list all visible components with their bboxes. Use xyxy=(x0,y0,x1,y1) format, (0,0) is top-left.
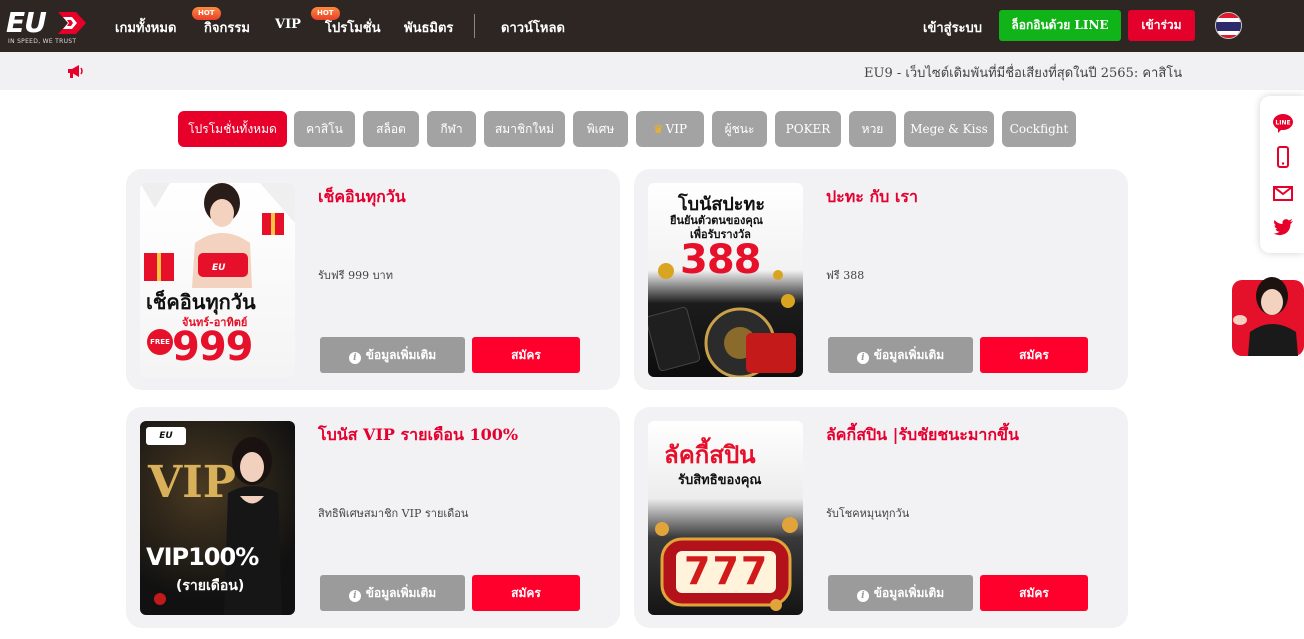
promo-description: รับฟรี 999 บาท xyxy=(318,269,393,282)
twitter-icon[interactable] xyxy=(1272,216,1294,238)
promo-poster-lucky-spin: ลัคกี้สปิน รับสิทธิของคุณ 777 xyxy=(648,421,803,615)
info-icon: i xyxy=(348,352,361,364)
filter-all-promotions[interactable]: โปรโมชั่นทั้งหมด xyxy=(178,111,287,147)
nav-divider xyxy=(474,14,475,38)
support-avatar[interactable] xyxy=(1226,270,1304,356)
filter-new-members[interactable]: สมาชิกใหม่ xyxy=(484,111,565,147)
logo-play-mark-icon xyxy=(58,12,86,34)
apply-button[interactable]: สมัคร xyxy=(980,575,1088,611)
more-info-button[interactable]: i ข้อมูลเพิ่มเติม xyxy=(828,337,973,373)
more-info-button[interactable]: i ข้อมูลเพิ่มเติม xyxy=(828,575,973,611)
announcement-text: EU9 - เว็บไซต์เดิมพันที่มีชื่อเสียงที่สุ… xyxy=(864,66,1183,81)
nav-promotions[interactable]: โปรโมชั่น xyxy=(325,17,380,38)
line-icon-shape: LINE xyxy=(1273,114,1293,133)
poster-brand: EU xyxy=(212,263,226,273)
filter-winners[interactable]: ผู้ชนะ xyxy=(712,111,767,147)
eu9-logo[interactable]: EU IN SPEED, WE TRUST xyxy=(6,6,96,46)
line-icon[interactable]: LINE xyxy=(1272,112,1294,134)
promo-title: เช็คอินทุกวัน xyxy=(318,187,406,206)
announcement-bar: EU9 - เว็บไซต์เดิมพันที่มีชื่อเสียงที่สุ… xyxy=(0,52,1304,90)
filter-vip[interactable]: ♛ VIP xyxy=(636,111,704,147)
filter-slots[interactable]: สล็อต xyxy=(363,111,419,147)
info-icon: i xyxy=(348,590,361,602)
filter-special[interactable]: พิเศษ xyxy=(573,111,628,147)
apply-button[interactable]: สมัคร xyxy=(472,575,580,611)
line-icon-text: LINE xyxy=(1275,120,1290,127)
promo-card-vip: EU VIP VIP100% (รายเดือน) โบนัส VIP รายเ… xyxy=(126,407,620,628)
nav-vip[interactable]: VIP xyxy=(275,17,301,32)
login-link[interactable]: เข้าสู่ระบบ xyxy=(923,17,982,38)
flag-stripes xyxy=(1216,13,1241,38)
promo-card-checkin: EU เช็คอินทุกวัน จันทร์-อาทิตย์ FREE 999… xyxy=(126,169,620,390)
promo-description: รับโชคหมุนทุกวัน xyxy=(826,507,910,520)
logo-tagline: IN SPEED, WE TRUST xyxy=(8,38,77,45)
apply-button[interactable]: สมัคร xyxy=(472,337,580,373)
filter-mege-kiss[interactable]: Mege & Kiss xyxy=(904,111,994,147)
filter-vip-label: VIP xyxy=(665,122,688,136)
thailand-flag-icon[interactable] xyxy=(1215,12,1242,39)
info-icon: i xyxy=(856,352,869,364)
promo-title: โบนัส VIP รายเดือน 100% xyxy=(318,425,519,444)
twitter-icon-shape xyxy=(1273,219,1293,236)
mail-icon-shape xyxy=(1273,186,1293,201)
poster-subtitle: รับสิทธิของคุณ xyxy=(678,473,762,488)
promo-description: สิทธิพิเศษสมาชิก VIP รายเดือน xyxy=(318,507,469,520)
support-avatar-art xyxy=(1232,277,1304,356)
crown-icon: ♛ xyxy=(652,122,664,136)
apply-button[interactable]: สมัคร xyxy=(980,337,1088,373)
poster-subtitle: (รายเดือน) xyxy=(176,578,245,594)
register-button[interactable]: เข้าร่วม xyxy=(1128,10,1195,41)
contact-sidebar: LINE xyxy=(1260,96,1304,253)
promo-poster-vip: EU VIP VIP100% (รายเดือน) xyxy=(140,421,295,615)
poster-free-badge: FREE xyxy=(147,329,173,355)
phone-icon-shape xyxy=(1277,146,1289,168)
promo-title: ปะทะ กับ เรา xyxy=(826,187,918,206)
more-info-label: ข้อมูลเพิ่มเติม xyxy=(365,348,437,362)
nav-download[interactable]: ดาวน์โหลด xyxy=(501,17,565,38)
promo-card-clash: โบนัสปะทะ ยืนยันตัวตนของคุณ เพื่อรับรางว… xyxy=(634,169,1128,390)
filter-cockfight[interactable]: Cockfight xyxy=(1002,111,1076,147)
filter-poker[interactable]: POKER xyxy=(775,111,841,147)
more-info-label: ข้อมูลเพิ่มเติม xyxy=(365,586,437,600)
phone-icon[interactable] xyxy=(1272,146,1294,168)
more-info-button[interactable]: i ข้อมูลเพิ่มเติม xyxy=(320,575,465,611)
promo-description: ฟรี 388 xyxy=(826,269,865,282)
nav-partners[interactable]: พันธมิตร xyxy=(404,17,453,38)
more-info-label: ข้อมูลเพิ่มเติม xyxy=(873,586,945,600)
logo-wordmark: EU xyxy=(6,6,47,39)
poster-vip-text: VIP xyxy=(148,457,236,508)
nav-all-games[interactable]: เกมทั้งหมด xyxy=(115,17,176,38)
filter-lottery[interactable]: หวย xyxy=(849,111,896,147)
poster-amount: 388 xyxy=(680,237,761,283)
promo-title: ลัคกี้สปิน |รับชัยชนะมากขึ้น xyxy=(826,425,1019,444)
top-header: EU IN SPEED, WE TRUST เกมทั้งหมด HOT กิจ… xyxy=(0,0,1304,52)
line-login-button[interactable]: ล็อกอินด้วย LINE xyxy=(999,10,1121,41)
filter-casino[interactable]: คาสิโน xyxy=(294,111,355,147)
poster-amount: 999 xyxy=(172,324,253,370)
promo-poster-clash: โบนัสปะทะ ยืนยันตัวตนของคุณ เพื่อรับรางว… xyxy=(648,183,803,377)
megaphone-icon xyxy=(68,65,83,78)
poster-amount: 777 xyxy=(684,549,770,593)
nav-activities[interactable]: กิจกรรม xyxy=(204,17,250,38)
poster-brand: EU xyxy=(146,427,186,445)
more-info-button[interactable]: i ข้อมูลเพิ่มเติม xyxy=(320,337,465,373)
poster-amount: VIP100% xyxy=(146,543,259,571)
info-icon: i xyxy=(856,590,869,602)
mail-icon[interactable] xyxy=(1272,182,1294,204)
more-info-label: ข้อมูลเพิ่มเติม xyxy=(873,348,945,362)
filter-sports[interactable]: กีฬา xyxy=(427,111,476,147)
promo-poster-checkin: EU เช็คอินทุกวัน จันทร์-อาทิตย์ FREE 999 xyxy=(140,183,295,377)
promo-card-lucky-spin: ลัคกี้สปิน รับสิทธิของคุณ 777 ลัคกี้สปิน… xyxy=(634,407,1128,628)
